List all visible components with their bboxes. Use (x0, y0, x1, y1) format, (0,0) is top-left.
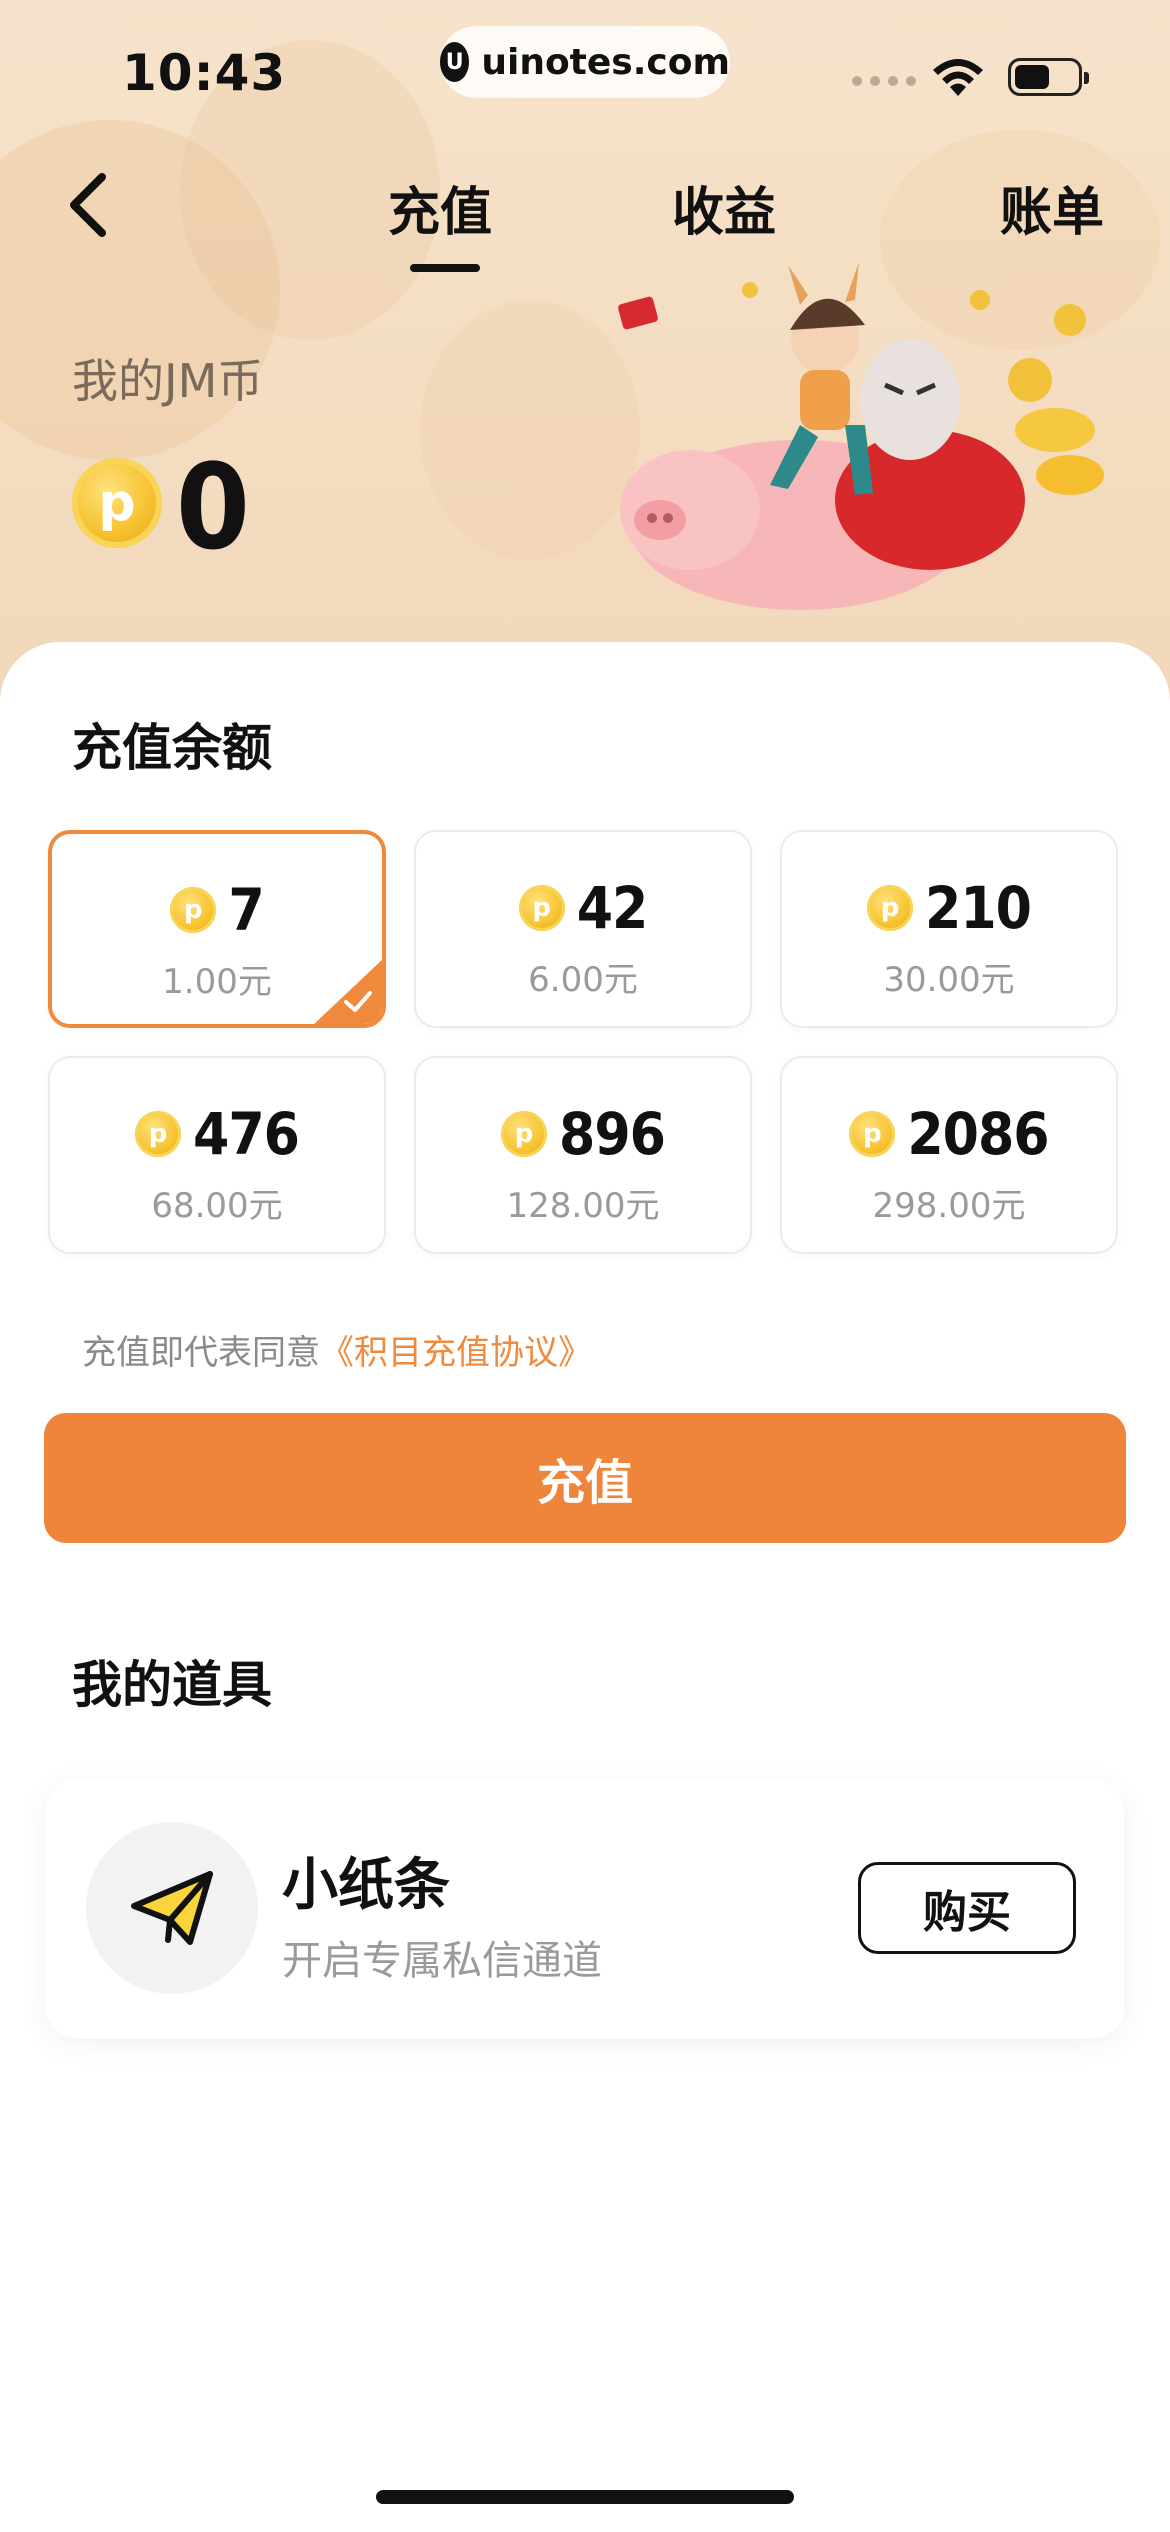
paper-plane-icon (131, 1871, 213, 1945)
coin-icon: p (867, 885, 914, 931)
package-option[interactable]: p 42 6.00元 (414, 830, 752, 1028)
back-button[interactable] (60, 165, 120, 245)
prop-icon-container (86, 1822, 258, 1994)
tab-bills[interactable]: 账单 (1000, 170, 1104, 245)
package-coins: 896 (559, 1100, 666, 1168)
recharge-section-title: 充值余额 (72, 719, 272, 777)
buy-button[interactable]: 购买 (858, 1862, 1076, 1954)
battery-icon (1008, 58, 1089, 96)
recharge-page: 10:43 U uinotes.com 充值 收益 账单 我的JM币 p 0 充… (0, 0, 1170, 2532)
status-time: 10:43 (122, 44, 287, 102)
cellular-signal-icon (852, 76, 916, 86)
package-coins: 42 (576, 874, 649, 942)
coin-icon: p (170, 887, 217, 933)
package-option[interactable]: p 896 128.00元 (414, 1056, 752, 1254)
package-price: 128.00元 (506, 1186, 660, 1226)
coin-icon: p (72, 458, 162, 548)
prop-description: 开启专属私信通道 (282, 1938, 602, 1984)
package-price: 298.00元 (872, 1186, 1026, 1226)
package-option[interactable]: p 476 68.00元 (48, 1056, 386, 1254)
coin-icon: p (518, 885, 565, 931)
agreement-prefix: 充值即代表同意 (82, 1333, 320, 1373)
coin-icon: p (135, 1111, 182, 1157)
tab-earnings[interactable]: 收益 (672, 170, 776, 245)
tab-recharge[interactable]: 充值 (388, 170, 492, 245)
package-option[interactable]: p 7 1.00元 (48, 830, 386, 1028)
balance-label: 我的JM币 (72, 354, 264, 408)
url-badge: U uinotes.com (440, 26, 730, 98)
coin-icon: p (849, 1111, 896, 1157)
wifi-icon (933, 59, 983, 96)
package-price: 30.00元 (883, 960, 1015, 1000)
agreement-text: 充值即代表同意《积目充值协议》 (82, 1325, 592, 1374)
pig-rider-illustration (618, 262, 1104, 610)
package-coins: 210 (925, 874, 1032, 942)
package-coins: 2086 (907, 1100, 1049, 1168)
package-price: 6.00元 (528, 960, 638, 1000)
balance-value: 0 (176, 438, 250, 576)
tab-active-indicator (410, 264, 480, 272)
url-text: uinotes.com (481, 41, 730, 83)
package-coins: 7 (228, 876, 264, 944)
agreement-link[interactable]: 《积目充值协议》 (320, 1333, 592, 1373)
checkmark-icon (344, 991, 372, 1012)
package-coins: 476 (193, 1100, 300, 1168)
package-option[interactable]: p 210 30.00元 (780, 830, 1118, 1028)
recharge-button[interactable]: 充值 (44, 1413, 1126, 1543)
prop-name: 小纸条 (282, 1853, 450, 1918)
package-price: 68.00元 (151, 1186, 283, 1226)
package-option[interactable]: p 2086 298.00元 (780, 1056, 1118, 1254)
props-section-title: 我的道具 (72, 1656, 272, 1714)
site-logo-icon: U (440, 42, 470, 82)
prop-item-card: 小纸条 开启专属私信通道 购买 (46, 1780, 1124, 2038)
coin-icon: p (501, 1111, 548, 1157)
home-indicator[interactable] (376, 2490, 794, 2504)
